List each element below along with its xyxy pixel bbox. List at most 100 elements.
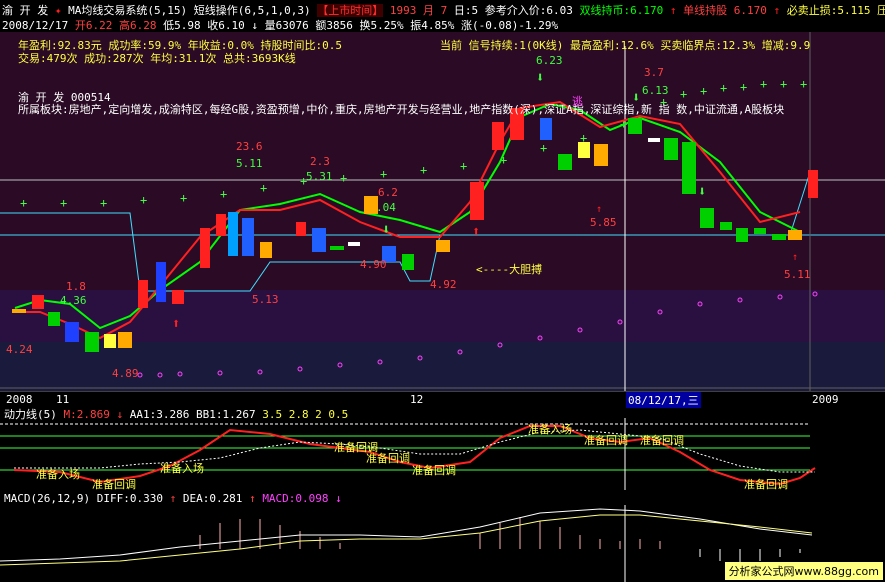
op-params: 短线操作(6,5,1,0,3): [193, 4, 311, 17]
price-label: 6.2: [378, 186, 398, 199]
enter-note: 准备入场: [528, 423, 572, 436]
sell-arrow-icon: ⬇: [536, 70, 544, 86]
chart-bg-band: [0, 290, 885, 342]
sell-arrow-icon: ⬇: [382, 222, 390, 238]
price-label: 4.89: [112, 367, 139, 380]
quote-change: 涨(-0.08)-1.29%: [460, 19, 559, 32]
svg-text:+: +: [260, 181, 267, 195]
up-arrow-icon: ✦: [54, 4, 62, 17]
diff-line: [0, 508, 813, 562]
sell-arrow-icon: ⬇: [698, 184, 706, 200]
stop-loss: 必卖止损:5.115: [786, 4, 871, 17]
svg-text:+: +: [700, 84, 707, 98]
axis-year: 2008: [6, 393, 33, 406]
svg-text:+: +: [460, 159, 467, 173]
pull-note: 准备回调: [366, 452, 410, 465]
indicator2-macd: MACD:0.098: [262, 492, 329, 505]
enter-note: 准备入场: [160, 462, 204, 475]
stats-current: 当前 信号持续:1(0K线) 最高盈利:12.6% 买卖临界点:12.3% 增减…: [440, 39, 811, 52]
axis-year: 2009: [812, 393, 839, 406]
svg-text:+: +: [760, 77, 767, 91]
ref-price: 参考介入价:6.03: [484, 4, 573, 17]
price-label: 5.85: [590, 216, 617, 229]
indicator2-diff: DIFF:0.330: [96, 492, 163, 505]
stock-name: 渝 开 发: [2, 4, 49, 17]
pull-note: 准备回调: [744, 478, 788, 491]
watermark: 分析家公式网www.88gg.com: [724, 562, 883, 580]
strategy-name: MA均线交易系统(5,15): [68, 4, 188, 17]
quote-amplitude: 振4.85%: [410, 19, 455, 32]
svg-text:+: +: [780, 77, 787, 91]
price-label: 5.31: [306, 170, 333, 183]
pull-note: 准备回调: [640, 434, 684, 447]
up-arrow-icon: ↑: [773, 4, 781, 17]
quote-low: 低5.98: [163, 19, 201, 32]
buy-arrow-icon: ⬆: [172, 316, 180, 332]
chart-window[interactable]: 渝 开 发 ✦ MA均线交易系统(5,15) 短线操作(6,5,1,0,3) 【…: [0, 0, 885, 582]
quote-close: 收6.10: [207, 19, 245, 32]
quote-amount: 额3856: [315, 19, 353, 32]
svg-text:+: +: [380, 167, 387, 181]
macd-bars: [199, 517, 661, 549]
up-arrow-icon: ↑: [596, 204, 602, 215]
svg-text:+: +: [740, 80, 747, 94]
quote-date: 2008/12/17: [2, 19, 69, 32]
escape-label: 逃: [572, 95, 583, 108]
price-label: 5.11: [784, 268, 811, 281]
pull-note: 准备回调: [584, 434, 628, 447]
svg-text:+: +: [60, 196, 67, 210]
price-label: 4.24: [6, 343, 33, 356]
signal-dual: 双线持币:6.170: [579, 4, 664, 17]
down-arrow-icon: ↓: [251, 19, 258, 32]
svg-text:+: +: [720, 81, 727, 95]
price-label: 5.11: [236, 157, 263, 170]
svg-text:+: +: [140, 193, 147, 207]
pull-note: 准备回调: [92, 478, 136, 491]
indicator2-name: MACD(26,12,9): [4, 492, 91, 505]
price-label: 4.36: [60, 294, 87, 307]
price-label: 4.90: [360, 258, 387, 271]
quote-turnover: 换5.25%: [359, 19, 404, 32]
price-label: 6.13: [642, 84, 669, 97]
down-arrow-icon: ↓: [335, 492, 342, 505]
up-arrow-icon: ↑: [669, 4, 677, 17]
price-label: 5.13: [252, 293, 279, 306]
dea-line: [0, 514, 813, 566]
svg-text:+: +: [20, 196, 27, 210]
top-status-bar: 渝 开 发 ✦ MA均线交易系统(5,15) 短线操作(6,5,1,0,3) 【…: [2, 2, 885, 18]
up-arrow-icon: ↑: [249, 492, 256, 505]
indicator2-header: MACD(26,12,9) DIFF:0.330 ↑ DEA:0.281 ↑ M…: [4, 492, 342, 505]
cursor-date: 08/12/17,三: [626, 392, 701, 408]
stats-line2: 交易:479次 成功:287次 年均:31.1次 总共:3693K线: [18, 52, 296, 65]
buy-arrow-icon: ⬆: [472, 224, 480, 240]
price-label: 3.7: [644, 66, 664, 79]
time-axis: 2008 11 12 08/12/17,三 2009: [0, 391, 885, 408]
pull-note: 准备回调: [412, 464, 456, 477]
price-label: 6.23: [536, 54, 563, 67]
stock-sectors: 所属板块:房地产,定向增发,成渝特区,每经G股,资盈预增,中价,重庆,房地产开发…: [18, 103, 785, 116]
svg-text:+: +: [800, 77, 807, 91]
quote-high: 高6.28: [118, 19, 157, 32]
svg-text:+: +: [420, 163, 427, 177]
price-chart[interactable]: ++++ ++++ ++++ ++++ ++++ ++++: [0, 32, 885, 392]
quote-volume: 量63076: [264, 19, 309, 32]
listing-day: 日:5: [453, 4, 479, 17]
up-arrow-icon: ↑: [169, 492, 177, 505]
price-label: .04: [376, 201, 396, 214]
axis-month: 12: [410, 393, 424, 406]
signal-single: 单线持股 6.170: [683, 4, 767, 17]
svg-text:+: +: [180, 191, 187, 205]
svg-text:+: +: [680, 87, 687, 101]
svg-text:+: +: [100, 196, 107, 210]
svg-text:+: +: [340, 171, 347, 185]
listing-month: 月 7: [422, 4, 448, 17]
price-label: 4.92: [430, 278, 457, 291]
axis-month: 11: [56, 393, 70, 406]
up-arrow-icon: ↑: [792, 252, 798, 263]
price-label: 2.3: [310, 155, 330, 168]
price-label: 23.6: [236, 140, 263, 153]
indicator2-dea: DEA:0.281: [182, 492, 243, 505]
listing-time-button[interactable]: 【上市时间】: [317, 4, 384, 17]
price-label: 1.8: [66, 280, 86, 293]
listing-year: 1993: [389, 4, 417, 17]
